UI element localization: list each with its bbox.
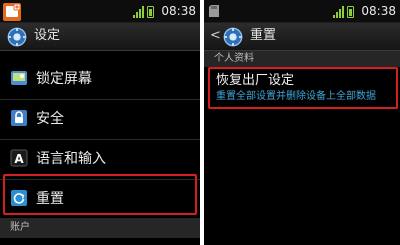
status-bar: 08:38 [204,0,400,23]
signal-icon [133,6,144,18]
battery-icon [147,6,154,18]
page-title: 重置 [250,28,277,43]
page-title: 设定 [34,28,61,43]
settings-item-label: 锁定屏幕 [36,71,92,87]
padlock-icon [11,110,27,126]
settings-item-security[interactable]: 安全 [0,99,200,140]
section-header-personal-data: 个人资料 [204,51,400,67]
gear-icon [7,27,27,47]
app-notification-icon [3,3,21,21]
section-header-accounts: 账户 [0,218,200,238]
reset-title-bar[interactable]: < 重置 [204,23,400,51]
reset-screen: 08:38 < 重置 个人资料 恢复出厂设定 重置全部设置并删除设备上全部数据 [204,0,400,245]
settings-screen: 08:38 设定 锁定屏幕 安全 A 语言和输入 重置 账户 [0,0,200,245]
sd-card-icon [209,5,219,17]
reset-highlight-box [3,174,197,215]
back-chevron-icon[interactable]: < [210,28,221,44]
battery-icon [347,6,354,18]
status-time: 08:38 [161,4,196,18]
settings-item-label: 安全 [36,111,64,127]
svg-text:A: A [14,152,24,166]
factory-reset-highlight-box [208,67,398,109]
signal-icon [333,6,344,18]
letter-a-icon: A [10,149,28,167]
status-time: 08:38 [361,4,396,18]
settings-title-bar: 设定 [0,23,200,51]
settings-item-label: 语言和输入 [36,151,106,167]
gear-icon [223,27,243,47]
lock-screen-icon [11,71,27,85]
settings-item-lock-screen[interactable]: 锁定屏幕 [0,59,200,100]
status-bar: 08:38 [0,0,200,23]
